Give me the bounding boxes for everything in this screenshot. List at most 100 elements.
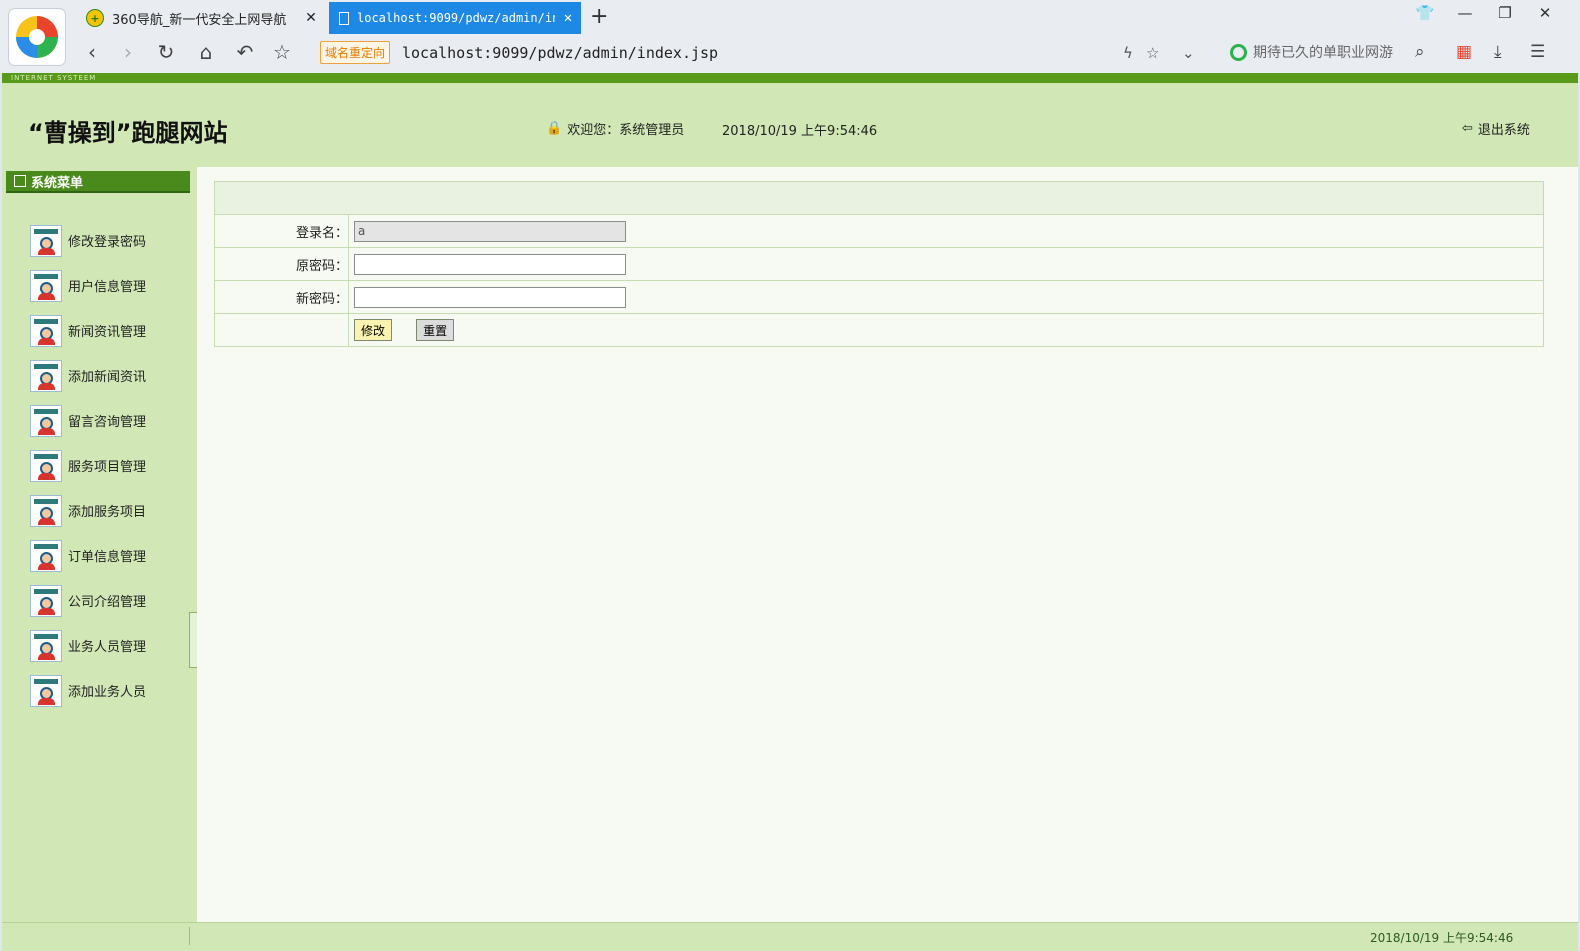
sidebar-item-change-password[interactable]: 修改登录密码 <box>30 218 146 263</box>
admin-user-icon <box>30 314 62 347</box>
form-header-cell <box>214 181 1544 215</box>
admin-user-icon <box>30 674 62 707</box>
tab-title: 360导航_新一代安全上网导航 <box>112 12 287 28</box>
address-bar[interactable]: 域名重定向 localhost:9099/pdwz/admin/index.js… <box>320 39 1210 67</box>
search-hint: 期待已久的单职业网游 <box>1253 45 1393 61</box>
sidebar-item-orders[interactable]: 订单信息管理 <box>30 533 146 578</box>
sidebar-item-add-service[interactable]: 添加服务项目 <box>30 488 146 533</box>
page: INTERNET SYSTEEM “曹操到”跑腿网站 🔒 欢迎您：系统管理员 2… <box>2 73 1578 951</box>
restore-icon[interactable]: ❐ <box>1490 4 1520 22</box>
submit-button[interactable]: 修改 <box>354 319 393 341</box>
minimize-icon[interactable]: — <box>1450 4 1480 22</box>
tab-close-icon[interactable]: ✕ <box>555 10 581 26</box>
redirect-badge[interactable]: 域名重定向 <box>320 41 391 64</box>
skin-icon[interactable]: 👕 <box>1410 4 1440 22</box>
sidebar-item-label[interactable]: 新闻资讯管理 <box>68 321 146 340</box>
admin-user-icon <box>30 494 62 527</box>
sidebar-item-news[interactable]: 新闻资讯管理 <box>30 308 146 353</box>
page-favicon-icon <box>339 11 349 25</box>
apps-grid-icon[interactable]: ▦ <box>1456 42 1472 62</box>
sidebar-item-add-staff[interactable]: 添加业务人员 <box>30 668 146 713</box>
browser-chrome: + 360导航_新一代安全上网导航 ✕ localhost:9099/pdwz/… <box>0 0 1580 73</box>
logout-icon: ⇦ <box>1462 121 1473 136</box>
old-password-label: 原密码： <box>214 247 349 281</box>
login-name-input[interactable] <box>354 220 626 242</box>
old-password-cell <box>348 247 1544 281</box>
main-content: 登录名： 原密码： 新密码： 修改 重置 <box>214 181 1544 347</box>
new-password-cell <box>348 280 1544 314</box>
forward-icon[interactable]: › <box>114 40 142 64</box>
edit-icon <box>14 175 26 187</box>
tab-title: localhost:9099/pdwz/admin/in <box>357 11 555 25</box>
sidebar-item-label[interactable]: 留言咨询管理 <box>68 411 146 430</box>
new-password-label: 新密码： <box>214 280 349 314</box>
sidebar-item-label[interactable]: 添加新闻资讯 <box>68 366 146 385</box>
sidebar-menu: 修改登录密码 用户信息管理 新闻资讯管理 添加新闻资讯 留言咨询管理 服务项目管… <box>30 218 146 713</box>
new-tab-icon[interactable]: + <box>590 4 608 29</box>
sidebar-item-label[interactable]: 业务人员管理 <box>68 636 146 655</box>
sidebar-item-staff[interactable]: 业务人员管理 <box>30 623 146 668</box>
admin-user-icon <box>30 584 62 617</box>
form-row-new-password: 新密码： <box>214 280 1544 314</box>
status-bar: 2018/10/19 上午9:54:46 <box>2 922 1578 951</box>
dropdown-chevron-icon[interactable]: ⌄ <box>1182 44 1195 62</box>
search-box[interactable]: 期待已久的单职业网游 <box>1230 42 1393 62</box>
reset-button[interactable]: 重置 <box>416 319 455 341</box>
logout-link[interactable]: ⇦ 退出系统 <box>1462 119 1530 138</box>
form-row-login: 登录名： <box>214 214 1544 248</box>
home-icon[interactable]: ⌂ <box>192 40 220 64</box>
lightning-icon[interactable]: ϟ <box>1123 44 1133 62</box>
login-name-label: 登录名： <box>214 214 349 248</box>
admin-user-icon <box>30 224 62 257</box>
bookmark-star-icon[interactable]: ☆ <box>1146 44 1159 62</box>
old-password-input[interactable] <box>354 253 626 275</box>
sidebar-item-label[interactable]: 用户信息管理 <box>68 276 146 295</box>
user-icon: 🔒 <box>546 121 563 136</box>
site-title: “曹操到”跑腿网站 <box>28 119 228 147</box>
tab-close-icon[interactable]: ✕ <box>298 10 324 26</box>
sidebar-title: 系统菜单 <box>31 175 84 191</box>
browser-logo-icon[interactable] <box>9 9 65 65</box>
close-window-icon[interactable]: ✕ <box>1530 4 1560 22</box>
sidebar-item-label[interactable]: 添加服务项目 <box>68 501 146 520</box>
buttons-label-cell <box>214 313 349 347</box>
welcome-area: 🔒 欢迎您：系统管理员 <box>546 119 684 138</box>
search-icon[interactable]: ⌕ <box>1415 42 1425 62</box>
sidebar-item-label[interactable]: 添加业务人员 <box>68 681 146 700</box>
undo-close-icon[interactable]: ↶ <box>231 40 259 64</box>
back-icon[interactable]: ‹ <box>78 40 106 64</box>
360-favicon-icon: + <box>86 9 104 27</box>
admin-user-icon <box>30 359 62 392</box>
buttons-cell: 修改 重置 <box>348 313 1544 347</box>
logout-label[interactable]: 退出系统 <box>1478 119 1530 138</box>
sidebar-item-user-info[interactable]: 用户信息管理 <box>30 263 146 308</box>
header-datetime: 2018/10/19 上午9:54:46 <box>722 124 878 139</box>
status-divider <box>189 927 190 945</box>
new-password-input[interactable] <box>354 286 626 308</box>
sidebar-item-services[interactable]: 服务项目管理 <box>30 443 146 488</box>
tab-admin[interactable]: localhost:9099/pdwz/admin/in ✕ <box>329 2 581 34</box>
sidebar-item-add-news[interactable]: 添加新闻资讯 <box>30 353 146 398</box>
site-header: “曹操到”跑腿网站 🔒 欢迎您：系统管理员 2018/10/19 上午9:54:… <box>2 83 1578 167</box>
sidebar-item-company[interactable]: 公司介绍管理 <box>30 578 146 623</box>
download-icon[interactable]: ⤓ <box>1494 42 1502 62</box>
tab-360-nav[interactable]: + 360导航_新一代安全上网导航 ✕ <box>76 2 324 34</box>
admin-user-icon <box>30 539 62 572</box>
login-name-cell <box>348 214 1544 248</box>
menu-icon[interactable]: ☰ <box>1530 42 1545 62</box>
sidebar-item-label[interactable]: 公司介绍管理 <box>68 591 146 610</box>
admin-user-icon <box>30 269 62 302</box>
reload-icon[interactable]: ↻ <box>152 40 180 64</box>
admin-user-icon <box>30 449 62 482</box>
form-row-buttons: 修改 重置 <box>214 313 1544 347</box>
sidebar-item-label[interactable]: 订单信息管理 <box>68 546 146 565</box>
top-banner-strip: INTERNET SYSTEEM <box>2 73 1578 83</box>
sidebar-item-label[interactable]: 服务项目管理 <box>68 456 146 475</box>
favorites-star-icon[interactable]: ☆ <box>268 40 296 64</box>
sidebar-splitter-handle[interactable] <box>189 612 197 668</box>
admin-user-icon <box>30 404 62 437</box>
sidebar-item-messages[interactable]: 留言咨询管理 <box>30 398 146 443</box>
url-text[interactable]: localhost:9099/pdwz/admin/index.jsp <box>402 44 718 62</box>
banner-text: INTERNET SYSTEEM <box>11 74 97 82</box>
sidebar-item-label[interactable]: 修改登录密码 <box>68 231 146 250</box>
